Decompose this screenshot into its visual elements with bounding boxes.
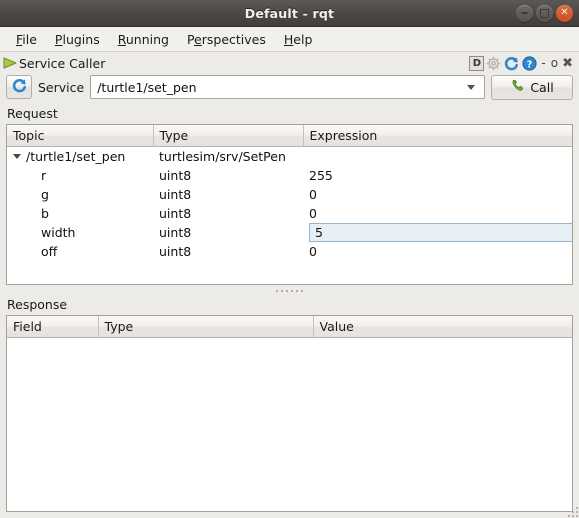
phone-icon [510, 78, 525, 96]
window-resize-grip[interactable] [565, 504, 578, 517]
menu-item-perspectives[interactable]: Perspectives [178, 29, 275, 50]
window-titlebar: Default - rqt ✕ [0, 0, 579, 27]
chevron-down-icon[interactable] [460, 76, 482, 98]
help-question-icon[interactable]: ? [521, 55, 538, 72]
request-topic-label: b [41, 206, 49, 221]
request-section-label: Request [7, 106, 58, 121]
request-cell-type: uint8 [159, 168, 192, 183]
request-tree-view: Topic Type Expression /turtle1/set_pen tu… [7, 125, 572, 262]
request-cell-type: turtlesim/srv/SetPen [159, 149, 286, 164]
panel-close-button[interactable]: ✖ [561, 56, 575, 71]
splitter-dot [286, 289, 288, 292]
panel-minimize-button[interactable]: - [539, 57, 547, 69]
response-table[interactable]: Field Type Value [6, 315, 573, 512]
request-topic-label: r [41, 168, 47, 183]
response-section-label: Response [7, 297, 68, 312]
request-cell-type: uint8 [159, 244, 192, 259]
panel-tool-buttons: D ? - o ✖ [469, 55, 575, 72]
table-row[interactable]: g uint8 0 [7, 185, 572, 204]
splitter-dot [291, 289, 293, 292]
service-combobox-value: /turtle1/set_pen [97, 79, 197, 95]
response-tree-view: Field Type Value [7, 316, 572, 338]
request-topic-label: width [41, 225, 76, 240]
refresh-services-button[interactable] [6, 75, 32, 99]
menubar: File Plugins Running Perspectives Help [0, 27, 579, 52]
rqt-main-window: Default - rqt ✕ File Plugins Running Per… [0, 0, 579, 518]
request-cell-topic[interactable]: r [7, 166, 153, 185]
request-column-topic[interactable]: Topic [7, 125, 154, 147]
request-table[interactable]: Topic Type Expression /turtle1/set_pen tu… [6, 124, 573, 285]
table-row[interactable]: b uint8 0 [7, 204, 572, 223]
minimize-icon [521, 12, 528, 14]
request-topic-label: /turtle1/set_pen [26, 149, 126, 164]
request-cell-topic[interactable]: /turtle1/set_pen [7, 147, 153, 167]
splitter-dot [281, 289, 283, 292]
panel-title: Service Caller [19, 55, 106, 71]
response-column-type[interactable]: Type [98, 316, 314, 338]
request-topic-label: g [41, 187, 49, 202]
call-button-label: Call [530, 79, 554, 95]
request-cell-topic[interactable]: off [7, 242, 153, 261]
service-caller-content: Service /turtle1/set_pen Call Request To… [0, 74, 579, 518]
request-cell-type: uint8 [159, 187, 192, 202]
request-cell-type: uint8 [159, 225, 192, 240]
request-header-row: Topic Type Expression [7, 125, 572, 147]
request-column-expression[interactable]: Expression [303, 125, 572, 147]
splitter-dot [301, 289, 303, 292]
table-row[interactable]: width uint8 5 [7, 223, 572, 242]
request-response-splitter[interactable] [6, 285, 573, 296]
svg-text:?: ? [527, 59, 533, 70]
menu-item-plugins[interactable]: Plugins [46, 29, 109, 50]
expression-editor-input[interactable]: 5 [309, 223, 572, 242]
chevron-down-icon[interactable] [13, 154, 21, 159]
request-cell-type: uint8 [159, 206, 192, 221]
request-cell-expression[interactable]: 0 [303, 204, 572, 223]
request-table-header: Topic Type Expression [7, 125, 572, 147]
table-row[interactable]: r uint8 255 [7, 166, 572, 185]
menu-item-file[interactable]: File [7, 29, 46, 50]
service-selection-row: Service /turtle1/set_pen Call [6, 74, 573, 100]
table-row[interactable]: /turtle1/set_pen turtlesim/srv/SetPen [7, 147, 572, 167]
service-label: Service [38, 79, 85, 95]
response-header-row: Field Type Value [7, 316, 572, 338]
settings-gear-icon[interactable] [485, 55, 502, 72]
menu-item-running[interactable]: Running [109, 29, 178, 50]
refresh-icon [11, 77, 28, 97]
maximize-icon [540, 8, 549, 18]
dock-d-button[interactable]: D [469, 55, 485, 71]
close-icon: ✕ [560, 7, 569, 18]
maximize-button[interactable] [536, 4, 553, 22]
reload-plugin-icon[interactable] [503, 55, 520, 72]
request-cell-expression[interactable]: 0 [303, 185, 572, 204]
play-triangle-icon [2, 55, 18, 71]
panel-float-button[interactable]: o [549, 57, 560, 69]
service-combobox[interactable]: /turtle1/set_pen [90, 75, 485, 99]
response-column-value[interactable]: Value [313, 316, 572, 338]
close-button[interactable]: ✕ [556, 4, 573, 22]
request-cell-topic[interactable]: b [7, 204, 153, 223]
minimize-button[interactable] [516, 4, 533, 22]
request-cell-expression[interactable]: 255 [303, 166, 572, 185]
window-controls: ✕ [516, 0, 573, 26]
splitter-dot [296, 289, 298, 292]
splitter-dot [276, 289, 278, 292]
request-column-type[interactable]: Type [153, 125, 304, 147]
request-table-body: /turtle1/set_pen turtlesim/srv/SetPen r uin… [7, 147, 572, 262]
menu-item-help[interactable]: Help [275, 29, 322, 50]
window-title: Default - rqt [244, 5, 335, 21]
response-column-field[interactable]: Field [7, 316, 99, 338]
call-button[interactable]: Call [491, 74, 573, 100]
request-cell-expression[interactable]: 0 [303, 242, 572, 261]
table-row[interactable]: off uint8 0 [7, 242, 572, 261]
response-table-header: Field Type Value [7, 316, 572, 338]
request-cell-topic[interactable]: width [7, 223, 153, 242]
service-caller-panel-titlebar: Service Caller D ? - o ✖ [0, 52, 579, 74]
chevron-down-glyph [467, 84, 475, 90]
request-cell-topic[interactable]: g [7, 185, 153, 204]
request-topic-label: off [41, 244, 58, 259]
request-cell-expression[interactable]: 5 [303, 223, 572, 242]
request-cell-expression[interactable] [303, 147, 572, 167]
